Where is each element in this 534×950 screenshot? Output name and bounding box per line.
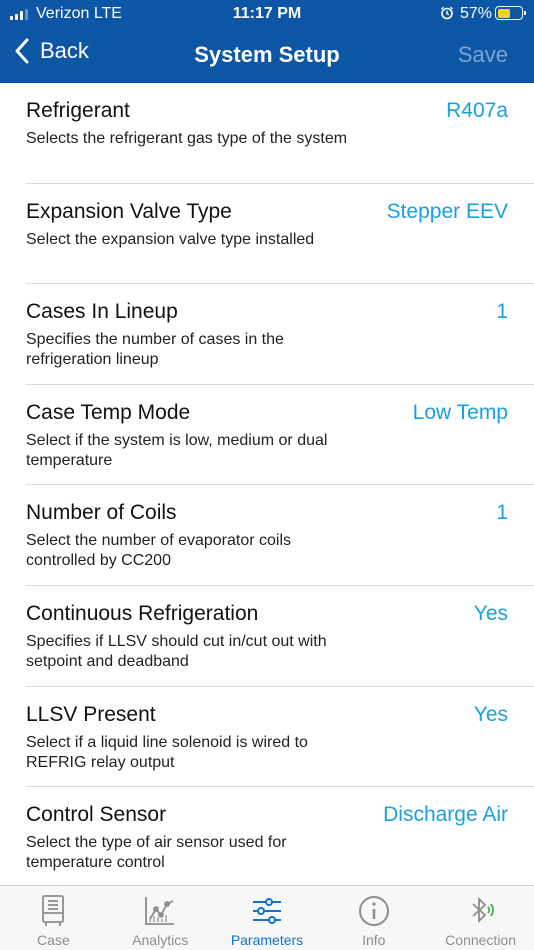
setting-row[interactable]: Number of Coils 1 Select the number of eva… — [0, 485, 534, 586]
setting-row[interactable]: Refrigerant R407a Selects the refrigerant … — [0, 83, 534, 184]
setting-description: Specifies the number of cases in the ref… — [26, 331, 284, 369]
battery-percent: 57% — [460, 5, 493, 22]
setting-value[interactable]: 1 — [496, 300, 508, 324]
setting-value[interactable]: Yes — [474, 703, 508, 727]
back-label: Back — [40, 38, 89, 63]
setting-row[interactable]: Continuous Refrigeration Yes Specifies if … — [0, 586, 534, 687]
setting-row[interactable]: LLSV Present Yes Select if a liquid line s… — [0, 687, 534, 788]
setting-description: Select the expansion valve type installe… — [26, 230, 315, 248]
tab-label: Connection — [445, 932, 516, 948]
header: Verizon LTE 11:17 PM 57% Back System Set… — [0, 0, 534, 83]
setting-value[interactable]: Stepper EEV — [387, 200, 508, 224]
setting-description: Specifies if LLSV should cut in/cut out … — [26, 632, 327, 670]
setting-value[interactable]: Low Temp — [413, 401, 508, 425]
setting-value[interactable]: Discharge Air — [383, 803, 508, 827]
settings-list: Refrigerant R407a Selects the refrigerant … — [0, 83, 534, 885]
nav-bar: Back System Setup Save — [0, 28, 534, 83]
alarm-icon — [441, 6, 453, 20]
case-icon — [42, 895, 65, 926]
setting-title: Expansion Valve Type — [26, 199, 232, 223]
tab-info[interactable]: Info — [320, 886, 427, 950]
tab-label: Case — [37, 932, 70, 948]
analytics-icon — [145, 897, 175, 925]
setting-row[interactable]: Expansion Valve Type Stepper EEV Select th… — [0, 184, 534, 285]
tab-parameters[interactable]: Parameters — [214, 886, 321, 950]
setting-title: Case Temp Mode — [26, 400, 191, 424]
bluetooth-icon — [471, 896, 494, 924]
save-button[interactable]: Save — [458, 42, 508, 68]
tab-analytics[interactable]: Analytics — [107, 886, 214, 950]
setting-description: Select the number of evaporator coils co… — [26, 532, 292, 570]
tab-connection[interactable]: Connection — [427, 886, 534, 950]
tab-case[interactable]: Case — [0, 886, 107, 950]
status-bar: Verizon LTE 11:17 PM 57% — [0, 0, 534, 28]
battery-icon — [495, 6, 526, 20]
chevron-left-icon — [15, 38, 29, 64]
setting-value[interactable]: Yes — [474, 602, 508, 626]
setting-description: Select if the system is low, medium or d… — [26, 431, 328, 469]
app-screen: Verizon LTE 11:17 PM 57% Back System Set… — [0, 0, 534, 950]
setting-row[interactable]: Control Sensor Discharge Air Select the ty… — [0, 787, 534, 885]
setting-row[interactable]: Case Temp Mode Low Temp Select if the syst… — [0, 385, 534, 486]
setting-description: Selects the refrigerant gas type of the … — [26, 130, 348, 147]
tab-label: Info — [362, 932, 386, 948]
setting-title: Continuous Refrigeration — [26, 601, 259, 625]
info-icon — [358, 896, 389, 926]
setting-value[interactable]: R407a — [446, 99, 508, 123]
parameters-icon — [252, 898, 281, 924]
setting-description: Select the type of air sensor used for t… — [26, 834, 287, 872]
tab-label: Parameters — [230, 932, 304, 948]
setting-title: Refrigerant — [26, 99, 130, 122]
back-button[interactable]: Back — [14, 38, 89, 64]
setting-description: Select if a liquid line solenoid is wire… — [26, 733, 308, 771]
setting-value[interactable]: 1 — [496, 501, 508, 525]
setting-title: Cases In Lineup — [26, 300, 178, 324]
setting-title: Control Sensor — [26, 803, 167, 827]
tab-label: Analytics — [132, 932, 189, 948]
tab-bar: Case Analytics Parameters Info Connectio… — [0, 885, 534, 950]
setting-title: LLSV Present — [26, 702, 156, 726]
setting-title: Number of Coils — [26, 501, 177, 525]
setting-row[interactable]: Cases In Lineup 1 Specifies the number of … — [0, 284, 534, 385]
